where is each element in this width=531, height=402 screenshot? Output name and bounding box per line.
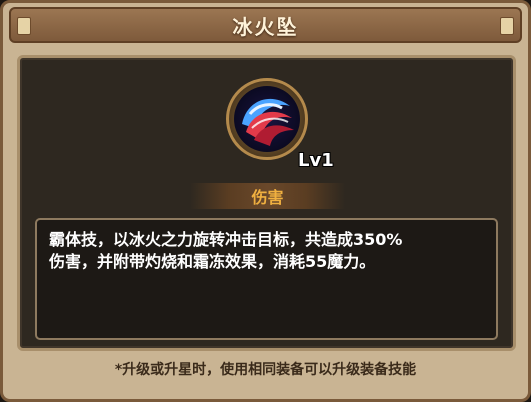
skill-dialog: 冰火坠 Lv1 伤害 霸体技，以冰火之力旋转冲击目标，共造成350% 伤害，并附…: [0, 0, 531, 402]
description-line: 伤害，并附带灼烧和霜冻效果，消耗55魔力。: [49, 252, 376, 271]
description-line: 霸体技，以冰火之力旋转冲击目标，共造成350%: [49, 230, 403, 249]
dialog-title: 冰火坠: [232, 14, 299, 39]
skill-tag-bar: 伤害: [190, 183, 345, 209]
right-corner-ornament: [500, 17, 514, 35]
skill-description-box: 霸体技，以冰火之力旋转冲击目标，共造成350% 伤害，并附带灼烧和霜冻效果，消耗…: [35, 218, 498, 340]
ice-fire-swirl-icon: [232, 84, 302, 154]
skill-detail-panel: Lv1 伤害 霸体技，以冰火之力旋转冲击目标，共造成350% 伤害，并附带灼烧和…: [17, 55, 516, 351]
skill-level: Lv1: [298, 150, 334, 171]
upgrade-hint-note: *升级或升星时，使用相同装备可以升级装备技能: [114, 362, 417, 378]
skill-icon-frame: [226, 78, 308, 160]
left-corner-ornament: [17, 17, 31, 35]
title-bar: 冰火坠: [9, 7, 522, 43]
skill-type-tag: 伤害: [251, 188, 284, 207]
